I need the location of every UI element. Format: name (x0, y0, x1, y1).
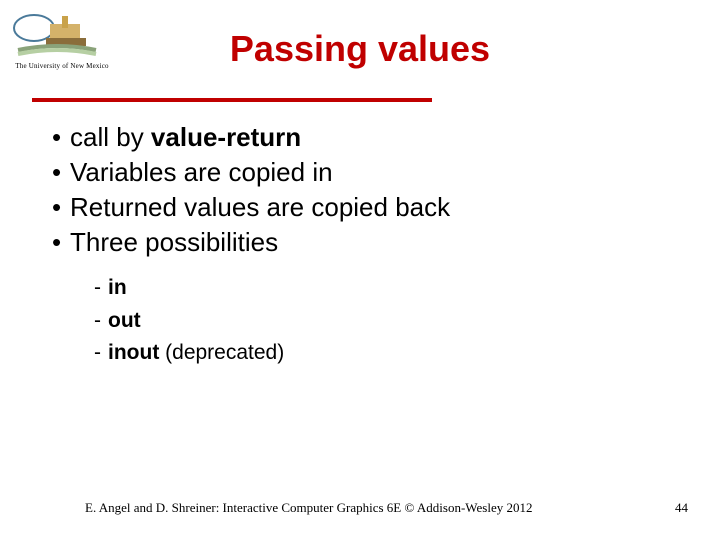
sub-bullet-item: out (94, 305, 672, 338)
slide-content: call by value-return Variables are copie… (52, 120, 672, 370)
sub-bullet-strong: out (108, 309, 141, 332)
bullet-text-pre: call by (70, 122, 151, 152)
bullet-list: call by value-return Variables are copie… (52, 120, 672, 260)
bullet-item: Three possibilities (52, 225, 672, 260)
bullet-item: Returned values are copied back (52, 190, 672, 225)
sub-bullet-list: in out inout (deprecated) (94, 272, 672, 370)
slide: The University of New Mexico Passing val… (0, 0, 720, 540)
bullet-text-strong: value-return (151, 122, 301, 152)
sub-bullet-strong: in (108, 276, 127, 299)
sub-bullet-item: inout (deprecated) (94, 337, 672, 370)
title-underline (32, 98, 432, 102)
page-number: 44 (675, 500, 688, 516)
sub-bullet-post: (deprecated) (159, 341, 284, 364)
bullet-item: call by value-return (52, 120, 672, 155)
bullet-text-pre: Three possibilities (70, 227, 278, 257)
sub-bullet-item: in (94, 272, 672, 305)
bullet-text-pre: Returned values are copied back (70, 192, 450, 222)
footer-citation: E. Angel and D. Shreiner: Interactive Co… (85, 500, 532, 516)
bullet-text-pre: Variables are copied in (70, 157, 333, 187)
slide-title: Passing values (0, 28, 720, 70)
sub-bullet-strong: inout (108, 341, 159, 364)
bullet-item: Variables are copied in (52, 155, 672, 190)
